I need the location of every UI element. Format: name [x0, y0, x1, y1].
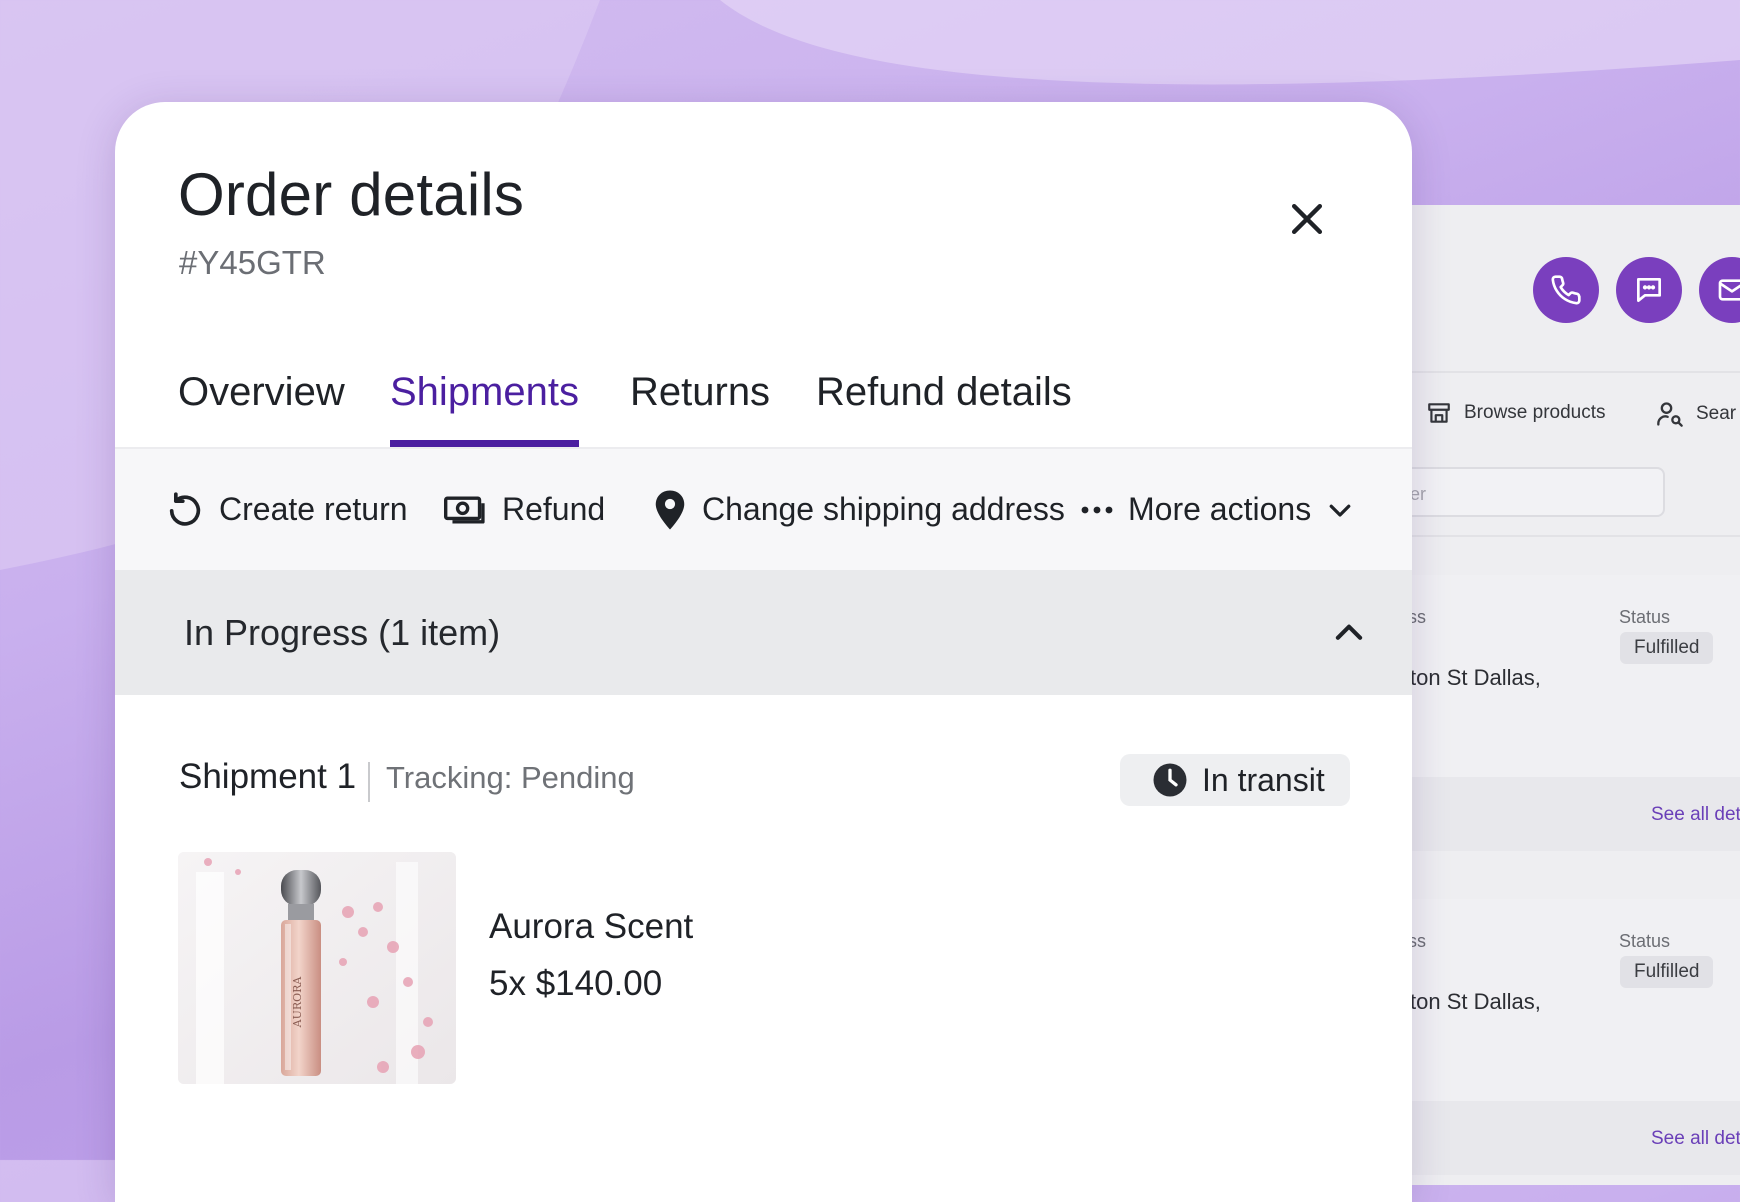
more-icon: [1081, 506, 1113, 513]
order-address: ton St Dallas,: [1410, 665, 1541, 690]
chevron-up-icon: [1335, 624, 1363, 640]
refund-button[interactable]: Refund: [444, 449, 605, 570]
status-label: Status: [1619, 607, 1671, 627]
browse-products-label: Browse products: [1464, 402, 1606, 423]
email-button[interactable]: [1699, 257, 1740, 323]
status-label: Status: [1619, 931, 1671, 951]
clock-icon: [1153, 763, 1187, 797]
panel-divider: [1380, 535, 1740, 537]
tab-shipments[interactable]: Shipments: [390, 370, 579, 448]
divider: [368, 762, 370, 802]
call-button[interactable]: [1533, 257, 1599, 323]
tab-returns[interactable]: Returns: [630, 370, 770, 446]
section-title: In Progress (1 item): [184, 612, 501, 653]
tab-refund-details[interactable]: Refund details: [816, 370, 1072, 446]
product-quantity-price: 5x $140.00: [489, 964, 663, 1003]
perfume-bottle-image: AURORA: [178, 852, 456, 1084]
tab-overview[interactable]: Overview: [178, 370, 345, 446]
action-toolbar: Create return Refund Change shipping add…: [115, 449, 1412, 570]
status-badge: In transit: [1120, 754, 1350, 806]
create-return-label: Create return: [219, 491, 408, 527]
shipment-title: Shipment 1: [179, 757, 357, 796]
create-return-button[interactable]: Create return: [165, 449, 408, 570]
more-actions-label: More actions: [1128, 491, 1312, 527]
search-link-label: Sear: [1696, 403, 1737, 424]
user-search-icon: [1657, 402, 1683, 427]
undo-icon: [169, 491, 201, 526]
status-badge: Fulfilled: [1620, 956, 1714, 988]
chevron-down-icon: [1329, 504, 1351, 517]
order-search-input[interactable]: per: [1380, 467, 1665, 517]
mail-icon: [1718, 279, 1740, 301]
change-address-label: Change shipping address: [702, 491, 1065, 527]
page-title: Order details: [178, 161, 525, 228]
refund-label: Refund: [502, 491, 606, 527]
order-id: #Y45GTR: [179, 244, 326, 281]
see-all-details-link[interactable]: See all det: [1651, 1128, 1740, 1150]
chat-button[interactable]: [1616, 257, 1682, 323]
browse-products-link[interactable]: Browse products: [1426, 400, 1606, 426]
product-image: AURORA: [178, 852, 456, 1084]
order-details-modal: Order details #Y45GTR Overview Shipments…: [115, 102, 1412, 1202]
panel-divider: [1380, 371, 1740, 373]
storefront-icon: [1428, 403, 1450, 423]
close-button[interactable]: [1280, 192, 1334, 246]
see-all-details-link[interactable]: See all det: [1651, 804, 1740, 826]
background-crm-panel: Browse products Sear per ss Status Fulfi…: [1380, 205, 1740, 1185]
more-actions-button[interactable]: More actions: [1080, 449, 1355, 570]
money-icon: [444, 495, 485, 524]
map-pin-icon: [655, 490, 685, 529]
search-customer-link[interactable]: Sear: [1656, 400, 1736, 428]
phone-icon: [1551, 275, 1581, 305]
chat-icon: [1637, 278, 1661, 302]
tracking-status: Tracking: Pending: [386, 760, 635, 795]
change-shipping-address-button[interactable]: Change shipping address: [652, 449, 1065, 570]
status-label: In transit: [1202, 761, 1325, 798]
product-name: Aurora Scent: [489, 907, 694, 946]
bottle-label: AURORA: [291, 976, 304, 1029]
status-badge: Fulfilled: [1620, 632, 1714, 664]
in-progress-section-header[interactable]: In Progress (1 item): [115, 570, 1412, 695]
close-icon: [1291, 203, 1323, 235]
order-address: ton St Dallas,: [1410, 989, 1541, 1014]
